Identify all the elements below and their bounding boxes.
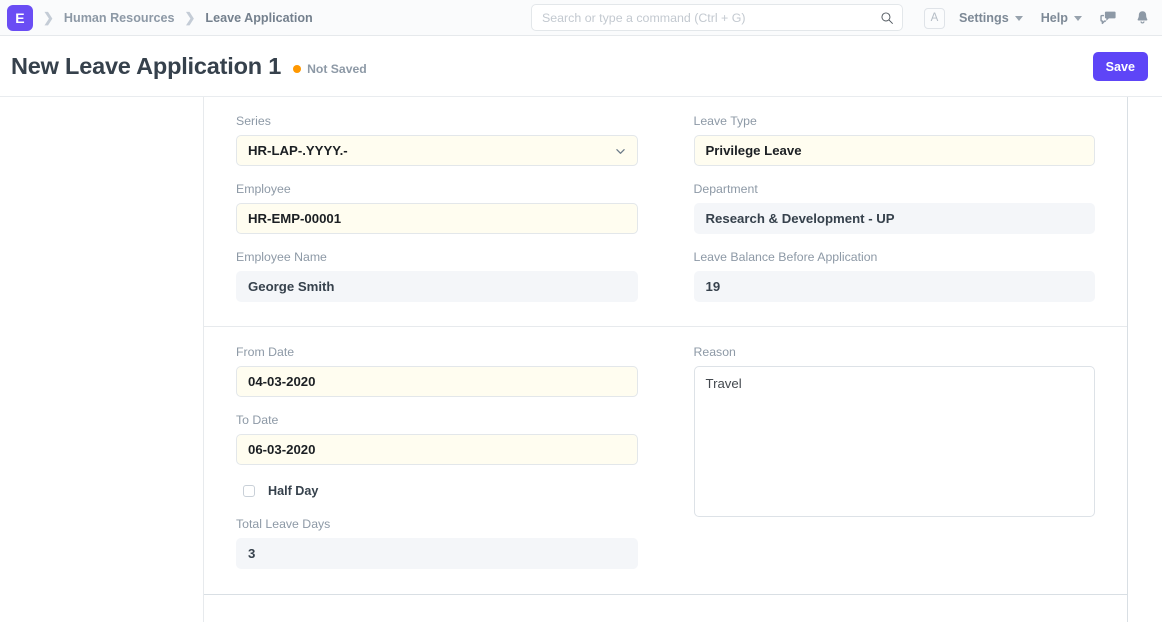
breadcrumb-separator-icon: ❯: [43, 11, 54, 24]
leave-balance-value: 19: [706, 279, 721, 294]
page-header: New Leave Application 1 Not Saved Save: [0, 36, 1162, 97]
field-label-department: Department: [694, 182, 1096, 198]
from-date-value: 04-03-2020: [248, 374, 315, 389]
help-menu[interactable]: Help: [1041, 11, 1082, 25]
field-half-day[interactable]: Half Day: [236, 481, 638, 501]
field-department: Department Research & Development - UP: [694, 182, 1096, 234]
status-label: Not Saved: [307, 62, 367, 76]
page-body: Series HR-LAP-.YYYY.- Employee HR-EMP-00…: [0, 97, 1162, 622]
form-section-details: Series HR-LAP-.YYYY.- Employee HR-EMP-00…: [204, 97, 1127, 326]
page-title: New Leave Application 1: [11, 53, 281, 80]
half-day-label: Half Day: [268, 484, 318, 498]
half-day-checkbox[interactable]: [243, 485, 255, 497]
form-column-left: Series HR-LAP-.YYYY.- Employee HR-EMP-00…: [236, 114, 666, 318]
field-from-date: From Date 04-03-2020: [236, 345, 638, 397]
field-label-total-leave-days: Total Leave Days: [236, 517, 638, 533]
leave-type-input[interactable]: Privilege Leave: [694, 135, 1096, 166]
form-section-next: [204, 594, 1127, 612]
form-column-right-reason: Reason Travel: [666, 345, 1096, 582]
total-leave-days-value-box: 3: [236, 538, 638, 569]
field-reason: Reason Travel: [694, 345, 1096, 517]
field-label-from-date: From Date: [236, 345, 638, 361]
series-value: HR-LAP-.YYYY.-: [248, 143, 348, 158]
field-label-series: Series: [236, 114, 638, 130]
field-employee-name: Employee Name George Smith: [236, 250, 638, 302]
field-total-leave-days: Total Leave Days 3: [236, 517, 638, 569]
breadcrumb-leave-application[interactable]: Leave Application: [205, 11, 312, 25]
chevron-down-icon: [616, 147, 625, 156]
notifications-bell-icon[interactable]: [1135, 10, 1150, 26]
search-icon[interactable]: [880, 11, 894, 25]
chevron-down-icon: [1015, 16, 1023, 21]
total-leave-days-value: 3: [248, 546, 255, 561]
status-dot-icon: [293, 65, 301, 73]
series-select[interactable]: HR-LAP-.YYYY.-: [236, 135, 638, 166]
field-to-date: To Date 06-03-2020: [236, 413, 638, 465]
field-series: Series HR-LAP-.YYYY.-: [236, 114, 638, 166]
to-date-input[interactable]: 06-03-2020: [236, 434, 638, 465]
global-search[interactable]: [531, 4, 903, 31]
leave-type-value: Privilege Leave: [706, 143, 802, 158]
chevron-down-icon: [1074, 16, 1082, 21]
status-badge: Not Saved: [293, 62, 367, 76]
employee-name-value: George Smith: [248, 279, 334, 294]
field-label-to-date: To Date: [236, 413, 638, 429]
settings-menu[interactable]: Settings: [959, 11, 1023, 25]
field-label-reason: Reason: [694, 345, 1096, 361]
field-leave-balance: Leave Balance Before Application 19: [694, 250, 1096, 302]
breadcrumb-human-resources[interactable]: Human Resources: [64, 11, 175, 25]
help-menu-label: Help: [1041, 11, 1068, 25]
save-button[interactable]: Save: [1093, 52, 1148, 81]
field-leave-type: Leave Type Privilege Leave: [694, 114, 1096, 166]
form-container: Series HR-LAP-.YYYY.- Employee HR-EMP-00…: [203, 97, 1128, 622]
app-logo[interactable]: E: [7, 5, 33, 31]
from-date-input[interactable]: 04-03-2020: [236, 366, 638, 397]
form-section-dates: From Date 04-03-2020 To Date 06-03-2020 …: [204, 326, 1127, 594]
field-label-employee-name: Employee Name: [236, 250, 638, 266]
employee-value: HR-EMP-00001: [248, 211, 341, 226]
form-column-left-dates: From Date 04-03-2020 To Date 06-03-2020 …: [236, 345, 666, 582]
field-employee: Employee HR-EMP-00001: [236, 182, 638, 234]
comments-icon[interactable]: [1100, 10, 1117, 26]
navbar-right-group: A Settings Help: [924, 0, 1152, 36]
field-label-leave-type: Leave Type: [694, 114, 1096, 130]
employee-input[interactable]: HR-EMP-00001: [236, 203, 638, 234]
breadcrumb-separator-icon: ❯: [185, 11, 196, 24]
top-navbar: E ❯ Human Resources ❯ Leave Application …: [0, 0, 1162, 36]
field-label-leave-balance: Leave Balance Before Application: [694, 250, 1096, 266]
avatar[interactable]: A: [924, 8, 945, 29]
leave-balance-value-box: 19: [694, 271, 1096, 302]
reason-textarea[interactable]: Travel: [694, 366, 1096, 517]
settings-menu-label: Settings: [959, 11, 1009, 25]
department-value-box: Research & Development - UP: [694, 203, 1096, 234]
to-date-value: 06-03-2020: [248, 442, 315, 457]
employee-name-value-box: George Smith: [236, 271, 638, 302]
form-column-right: Leave Type Privilege Leave Department Re…: [666, 114, 1096, 318]
department-value: Research & Development - UP: [706, 211, 895, 226]
search-input[interactable]: [542, 11, 880, 25]
field-label-employee: Employee: [236, 182, 638, 198]
